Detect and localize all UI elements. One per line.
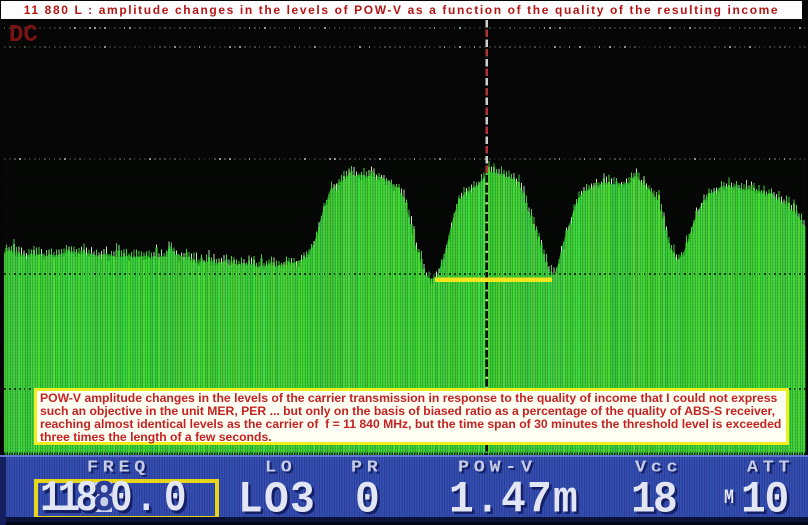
svg-text:DC: DC	[9, 22, 38, 49]
